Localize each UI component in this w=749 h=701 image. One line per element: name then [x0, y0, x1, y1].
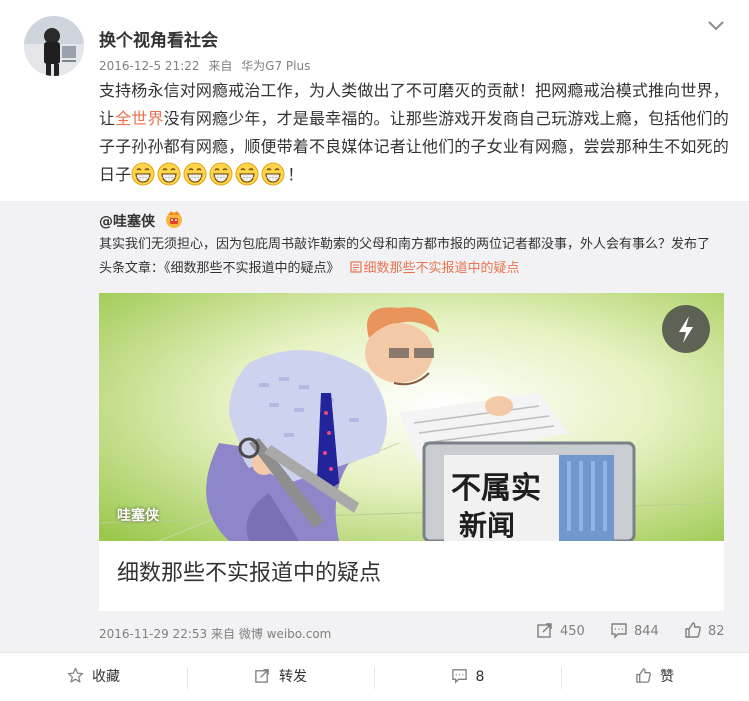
post-meta: 2016-12-5 21:22 来自 华为G7 Plus: [99, 57, 315, 74]
repost-count-button[interactable]: 450: [536, 621, 585, 643]
comment-count-label: 8: [475, 669, 485, 685]
grin-emoji: [157, 162, 181, 186]
post-text-end: ！: [287, 165, 304, 184]
repost-count: 450: [560, 624, 585, 639]
like-button[interactable]: 赞: [561, 653, 748, 701]
repost-button[interactable]: 转发: [187, 653, 374, 701]
post-timestamp[interactable]: 2016-12-5 21:22: [99, 59, 200, 73]
grin-emoji: [183, 162, 207, 186]
favorite-button[interactable]: 收藏: [0, 653, 187, 701]
repost-box: @哇塞侠 其实我们无须担心，因为包庇周书敲诈勒索的父母和南方都市报的两位记者都没…: [0, 201, 749, 652]
grin-emoji: [131, 162, 155, 186]
grin-emoji: [261, 162, 285, 186]
vip-badge-icon[interactable]: [164, 209, 184, 229]
repost-username[interactable]: @哇塞侠: [99, 211, 155, 231]
article-link-icon[interactable]: [349, 258, 362, 273]
image-caption: 哇塞侠: [117, 508, 159, 524]
post-text: 支持杨永信对网瘾戒治工作，为人类做出了不可磨灭的贡献！把网瘾戒治模式推向世界，让…: [99, 77, 733, 189]
like-count: 82: [708, 624, 725, 639]
grin-emoji: [235, 162, 259, 186]
action-bar: 收藏 转发 8 赞: [0, 652, 749, 701]
grin-emoji: [209, 162, 233, 186]
repost-icon: [537, 623, 552, 638]
repost-timestamp[interactable]: 2016-11-29 22:53: [99, 627, 207, 641]
lightning-icon[interactable]: [662, 305, 710, 353]
post-username[interactable]: 换个视角看社会: [99, 26, 218, 51]
article-cover-image: 不属实 新闻 哇塞侠: [99, 293, 724, 541]
post-text-highlight[interactable]: 全世界: [115, 109, 163, 128]
star-icon: [67, 667, 84, 683]
repost-text: 其实我们无须担心，因为包庇周书敲诈勒索的父母和南方都市报的两位记者都没事，外人会…: [99, 233, 719, 281]
avatar[interactable]: [24, 16, 84, 76]
monitor-sign-text2: 新闻: [459, 509, 515, 541]
comment-icon: [611, 623, 627, 639]
article-card[interactable]: 不属实 新闻 哇塞侠 细数那些不实报道中的疑点: [99, 293, 724, 611]
repost-source-prefix: 来自: [210, 627, 235, 641]
repost-label: 转发: [279, 669, 307, 685]
repost-meta: 2016-11-29 22:53 来自 微博 weibo.com: [99, 625, 331, 642]
emoji-row: [131, 162, 287, 186]
like-label: 赞: [660, 669, 674, 685]
like-count-button[interactable]: 82: [684, 621, 725, 643]
article-link[interactable]: 细数那些不实报道中的疑点: [364, 261, 520, 276]
post-source-prefix: 来自: [208, 59, 233, 73]
weibo-post-card: 换个视角看社会 2016-12-5 21:22 来自 华为G7 Plus 支持杨…: [0, 0, 749, 701]
comment-button[interactable]: 8: [374, 653, 561, 701]
comment-count-button[interactable]: 844: [610, 621, 659, 643]
thumb-up-icon: [685, 622, 701, 638]
repost-icon: [255, 669, 269, 683]
post-source[interactable]: 华为G7 Plus: [241, 59, 310, 73]
comment-count: 844: [634, 624, 659, 639]
monitor-sign-text: 不属实: [451, 471, 541, 506]
thumb-up-icon: [636, 668, 651, 683]
favorite-label: 收藏: [92, 669, 120, 685]
comment-icon: [451, 669, 467, 684]
repost-source[interactable]: 微博 weibo.com: [239, 627, 332, 641]
chevron-down-icon[interactable]: [706, 18, 726, 34]
article-title[interactable]: 细数那些不实报道中的疑点: [117, 555, 381, 587]
